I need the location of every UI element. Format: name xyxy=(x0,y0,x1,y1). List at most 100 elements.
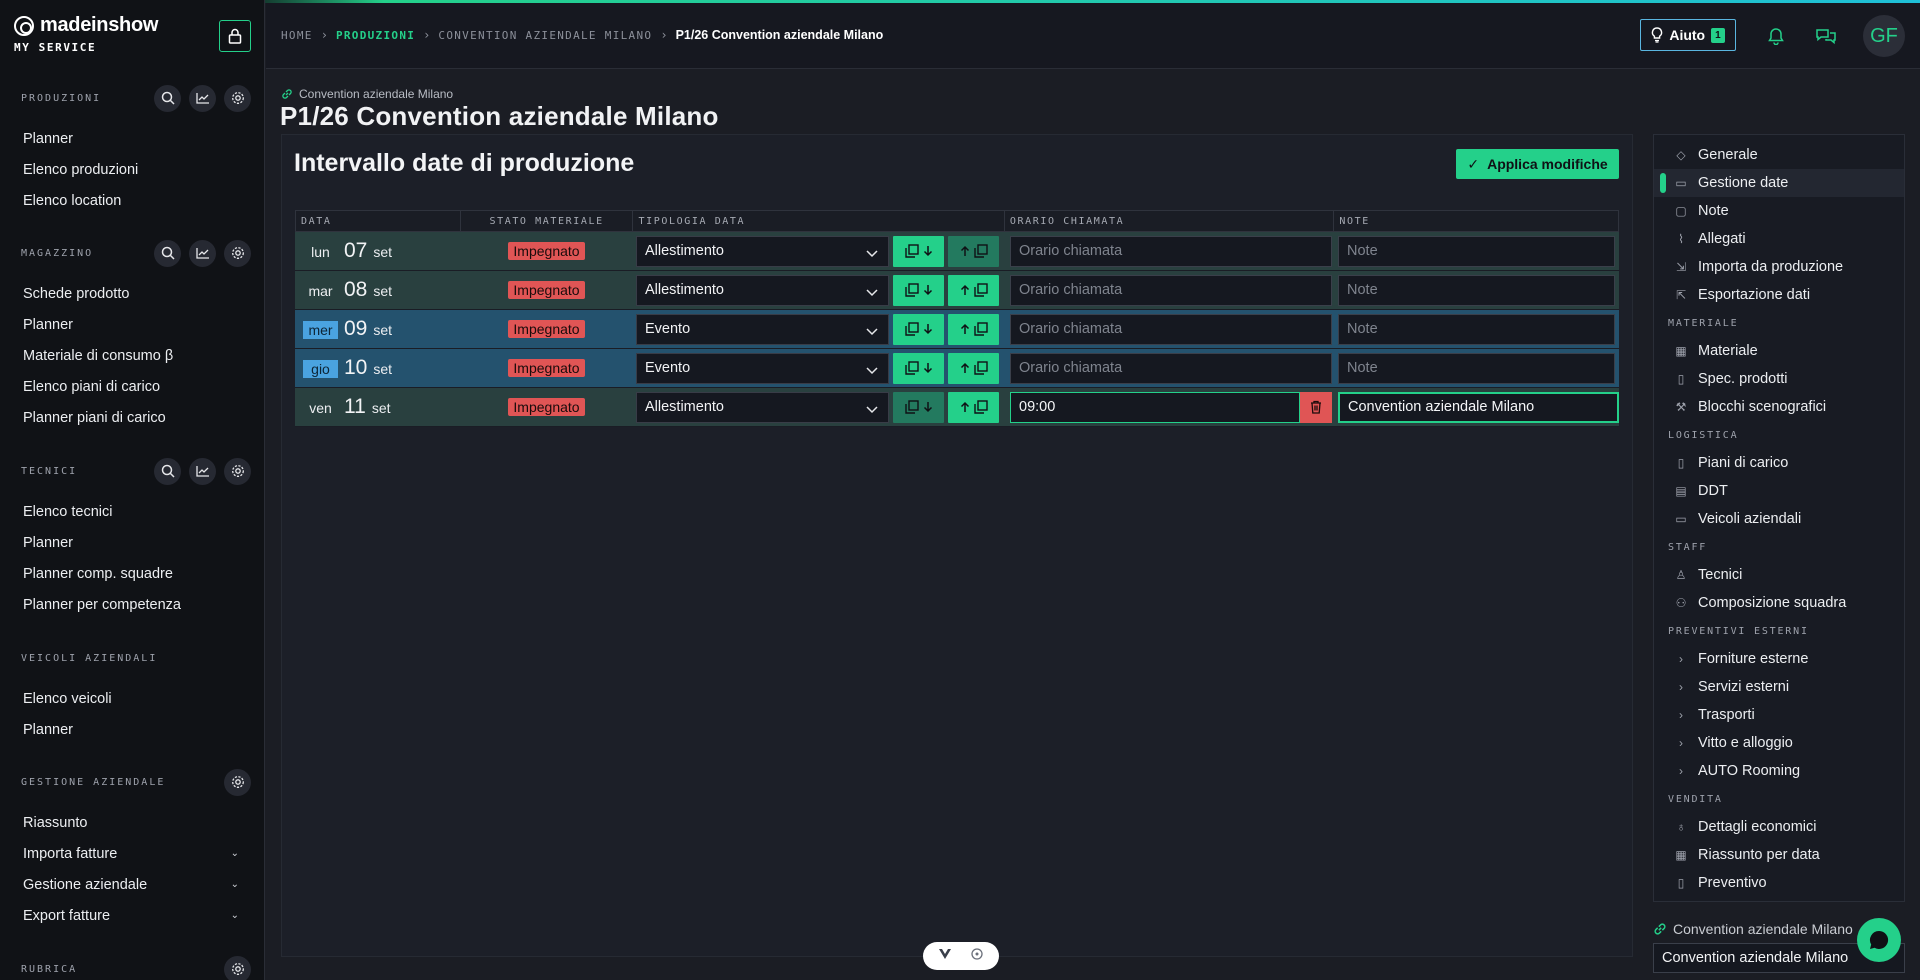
copy-up-button[interactable] xyxy=(948,352,999,384)
nav-item-servizi-esterni[interactable]: › Servizi esterni xyxy=(1654,673,1904,701)
copy-up-button[interactable] xyxy=(948,391,999,423)
sidebar-item-gestione-aziendale[interactable]: Gestione aziendale ⌄ xyxy=(0,869,264,900)
project-link-bottom[interactable]: Convention aziendale Milano xyxy=(1653,921,1853,937)
nav-item-allegati[interactable]: ⌇ Allegati xyxy=(1654,225,1904,253)
nav-item-dettagli-economici[interactable]: ♁ Dettagli economici xyxy=(1654,813,1904,841)
avatar[interactable]: GF xyxy=(1863,15,1905,57)
nav-item-vitto-alloggio[interactable]: › Vitto e alloggio xyxy=(1654,729,1904,757)
nav-item-tecnici[interactable]: ♙ Tecnici xyxy=(1654,561,1904,589)
delete-button[interactable] xyxy=(1300,391,1332,423)
sidebar-item-riassunto[interactable]: Riassunto xyxy=(0,807,264,838)
breadcrumb-home[interactable]: HOME xyxy=(281,29,313,42)
note-input[interactable]: Note xyxy=(1338,235,1615,267)
nav-item-esportazione-dati[interactable]: ⇱ Esportazione dati xyxy=(1654,281,1904,309)
nav-item-forniture-esterne[interactable]: › Forniture esterne xyxy=(1654,645,1904,673)
gear-icon[interactable] xyxy=(224,239,251,267)
column-header-data: DATA xyxy=(296,211,461,231)
copy-down-button[interactable] xyxy=(893,391,944,423)
sidebar-item-elenco-veicoli[interactable]: Elenco veicoli xyxy=(0,683,264,714)
bell-icon[interactable] xyxy=(1765,25,1787,47)
breadcrumb-produzioni[interactable]: PRODUZIONI xyxy=(336,29,415,42)
tipologia-select[interactable]: Evento xyxy=(636,352,889,384)
weekday: mer xyxy=(303,321,338,339)
orario-input[interactable]: 09:00 xyxy=(1010,391,1300,423)
nav-item-importa-produzione[interactable]: ⇲ Importa da produzione xyxy=(1654,253,1904,281)
sidebar-item-elenco-tecnici[interactable]: Elenco tecnici xyxy=(0,496,264,527)
sidebar-item-planner[interactable]: Planner xyxy=(0,527,264,558)
copy-down-button[interactable] xyxy=(893,274,944,306)
table-row: mar 08 set Impegnato Allestimento Orario… xyxy=(295,271,1619,310)
brand-logo[interactable]: madeinshow MY SERVICE xyxy=(14,14,158,54)
nav-item-trasporti[interactable]: › Trasporti xyxy=(1654,701,1904,729)
sidebar-item-planner-piani-carico[interactable]: Planner piani di carico xyxy=(0,402,264,433)
copy-up-button[interactable] xyxy=(948,313,999,345)
copy-down-button[interactable] xyxy=(893,235,944,267)
sidebar-item-planner[interactable]: Planner xyxy=(0,714,264,745)
copy-up-button[interactable] xyxy=(948,274,999,306)
nav-item-piani-carico[interactable]: ▯ Piani di carico xyxy=(1654,449,1904,477)
nav-item-materiale[interactable]: ▦ Materiale xyxy=(1654,337,1904,365)
note-input[interactable]: Note xyxy=(1338,352,1615,384)
gear-icon[interactable] xyxy=(224,955,251,980)
section-tecnici: TECNICI Elenco tecnici Planner Planner c… xyxy=(0,457,264,620)
sidebar-item-planner[interactable]: Planner xyxy=(0,123,264,154)
nav-item-gestione-date[interactable]: ▭ Gestione date xyxy=(1654,169,1904,197)
nav-item-spec-prodotti[interactable]: ▯ Spec. prodotti xyxy=(1654,365,1904,393)
target-icon[interactable] xyxy=(970,947,984,966)
tipologia-select[interactable]: Allestimento xyxy=(636,235,889,267)
orario-input[interactable]: Orario chiamata xyxy=(1010,235,1332,267)
nav-item-generale[interactable]: ◇ Generale xyxy=(1654,141,1904,169)
copy-up-button[interactable] xyxy=(948,235,999,267)
nav-item-preventivo[interactable]: ▯ Preventivo xyxy=(1654,869,1904,897)
chart-icon[interactable] xyxy=(189,239,216,267)
breadcrumb-convention[interactable]: CONVENTION AZIENDALE MILANO xyxy=(438,29,652,42)
chat-support-button[interactable] xyxy=(1857,918,1901,962)
sidebar-item-elenco-location[interactable]: Elenco location xyxy=(0,185,264,216)
sidebar-item-planner-comp-squadre[interactable]: Planner comp. squadre xyxy=(0,558,264,589)
nav-item-composizione-squadra[interactable]: ⚇ Composizione squadra xyxy=(1654,589,1904,617)
chevron-down-icon: ⌄ xyxy=(230,848,239,859)
arrow-up-icon xyxy=(960,362,969,373)
search-icon[interactable] xyxy=(154,84,181,112)
nav-item-note[interactable]: ▢ Note xyxy=(1654,197,1904,225)
tipologia-select[interactable]: Allestimento xyxy=(636,391,889,423)
vue-devtools-icon[interactable] xyxy=(938,947,952,965)
tipologia-select[interactable]: Allestimento xyxy=(636,274,889,306)
truck-icon: ▭ xyxy=(1675,512,1687,526)
help-button[interactable]: Aiuto 1 xyxy=(1640,19,1736,51)
note-input[interactable]: Note xyxy=(1338,313,1615,345)
sidebar-item-planner-competenza[interactable]: Planner per competenza xyxy=(0,589,264,620)
arrow-up-icon xyxy=(960,284,969,295)
sidebar-item-schede-prodotto[interactable]: Schede prodotto xyxy=(0,278,264,309)
nav-item-ddt[interactable]: ▤ DDT xyxy=(1654,477,1904,505)
sidebar-item-export-fatture[interactable]: Export fatture ⌄ xyxy=(0,900,264,931)
note-input[interactable]: Convention aziendale Milano xyxy=(1338,391,1619,423)
search-icon[interactable] xyxy=(154,239,181,267)
nav-item-riassunto-data[interactable]: ▦ Riassunto per data xyxy=(1654,841,1904,869)
project-link[interactable]: Convention aziendale Milano xyxy=(281,87,453,101)
chart-icon[interactable] xyxy=(189,457,216,485)
lock-button[interactable] xyxy=(219,20,251,52)
gear-icon[interactable] xyxy=(224,84,251,112)
gear-icon[interactable] xyxy=(224,768,251,796)
copy-down-button[interactable] xyxy=(893,352,944,384)
sidebar-item-elenco-produzioni[interactable]: Elenco produzioni xyxy=(0,154,264,185)
sidebar-item-importa-fatture[interactable]: Importa fatture ⌄ xyxy=(0,838,264,869)
nav-item-auto-rooming[interactable]: › AUTO Rooming xyxy=(1654,757,1904,785)
sidebar-item-elenco-piani-carico[interactable]: Elenco piani di carico xyxy=(0,371,264,402)
gear-icon[interactable] xyxy=(224,457,251,485)
sidebar-item-materiale-consumo[interactable]: Materiale di consumo β xyxy=(0,340,264,371)
orario-input[interactable]: Orario chiamata xyxy=(1010,274,1332,306)
orario-input[interactable]: Orario chiamata xyxy=(1010,352,1332,384)
orario-input[interactable]: Orario chiamata xyxy=(1010,313,1332,345)
nav-item-veicoli-aziendali[interactable]: ▭ Veicoli aziendali xyxy=(1654,505,1904,533)
sidebar-item-planner[interactable]: Planner xyxy=(0,309,264,340)
tipologia-select[interactable]: Evento xyxy=(636,313,889,345)
chat-icon[interactable] xyxy=(1815,25,1837,47)
chart-icon[interactable] xyxy=(189,84,216,112)
apply-changes-button[interactable]: ✓ Applica modifiche xyxy=(1456,149,1619,179)
note-input[interactable]: Note xyxy=(1338,274,1615,306)
copy-down-button[interactable] xyxy=(893,313,944,345)
nav-item-blocchi-scenografici[interactable]: ⚒ Blocchi scenografici xyxy=(1654,393,1904,421)
search-icon[interactable] xyxy=(154,457,181,485)
